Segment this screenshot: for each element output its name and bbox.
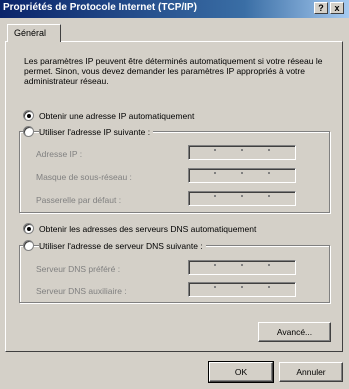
ip-address-input[interactable] [188,145,296,160]
ok-button[interactable]: OK [208,361,274,383]
tcpip-properties-dialog: Propriétés de Protocole Internet (TCP/IP… [0,0,349,389]
radio-ip-auto-label: Obtenir une adresse IP automatiquement [39,111,198,121]
radio-dns-auto-indicator[interactable] [23,223,34,234]
alternate-dns-label: Serveur DNS auxiliaire : [36,286,127,296]
title-bar[interactable]: Propriétés de Protocole Internet (TCP/IP… [0,0,349,18]
radio-dns-manual-label: Utiliser l'adresse de serveur DNS suivan… [39,241,206,251]
alternate-dns-input[interactable] [188,282,296,297]
radio-dns-auto-label: Obtenir les adresses des serveurs DNS au… [39,224,260,234]
subnet-mask-input[interactable] [188,168,296,183]
radio-ip-manual-indicator[interactable] [23,126,34,137]
default-gateway-input[interactable] [188,191,296,206]
preferred-dns-label: Serveur DNS préféré : [36,264,121,274]
close-button[interactable]: x [330,2,344,14]
tab-general[interactable]: Général [7,24,61,42]
radio-ip-manual-label: Utiliser l'adresse IP suivante : [39,127,154,137]
radio-dns-manual-indicator[interactable] [23,240,34,251]
window-title: Propriétés de Protocole Internet (TCP/IP… [3,2,197,13]
cancel-button[interactable]: Annuler [279,362,343,382]
help-button[interactable]: ? [314,2,328,14]
tab-general-label: Général [14,28,47,38]
preferred-dns-input[interactable] [188,260,296,275]
advanced-button[interactable]: Avancé... [258,322,331,342]
ip-address-label: Adresse IP : [36,149,83,159]
description-text: Les paramètres IP peuvent être déterminé… [24,56,323,86]
subnet-mask-label: Masque de sous-réseau : [36,172,132,182]
radio-ip-auto-indicator[interactable] [23,110,34,121]
default-gateway-label: Passerelle par défaut : [36,195,122,205]
